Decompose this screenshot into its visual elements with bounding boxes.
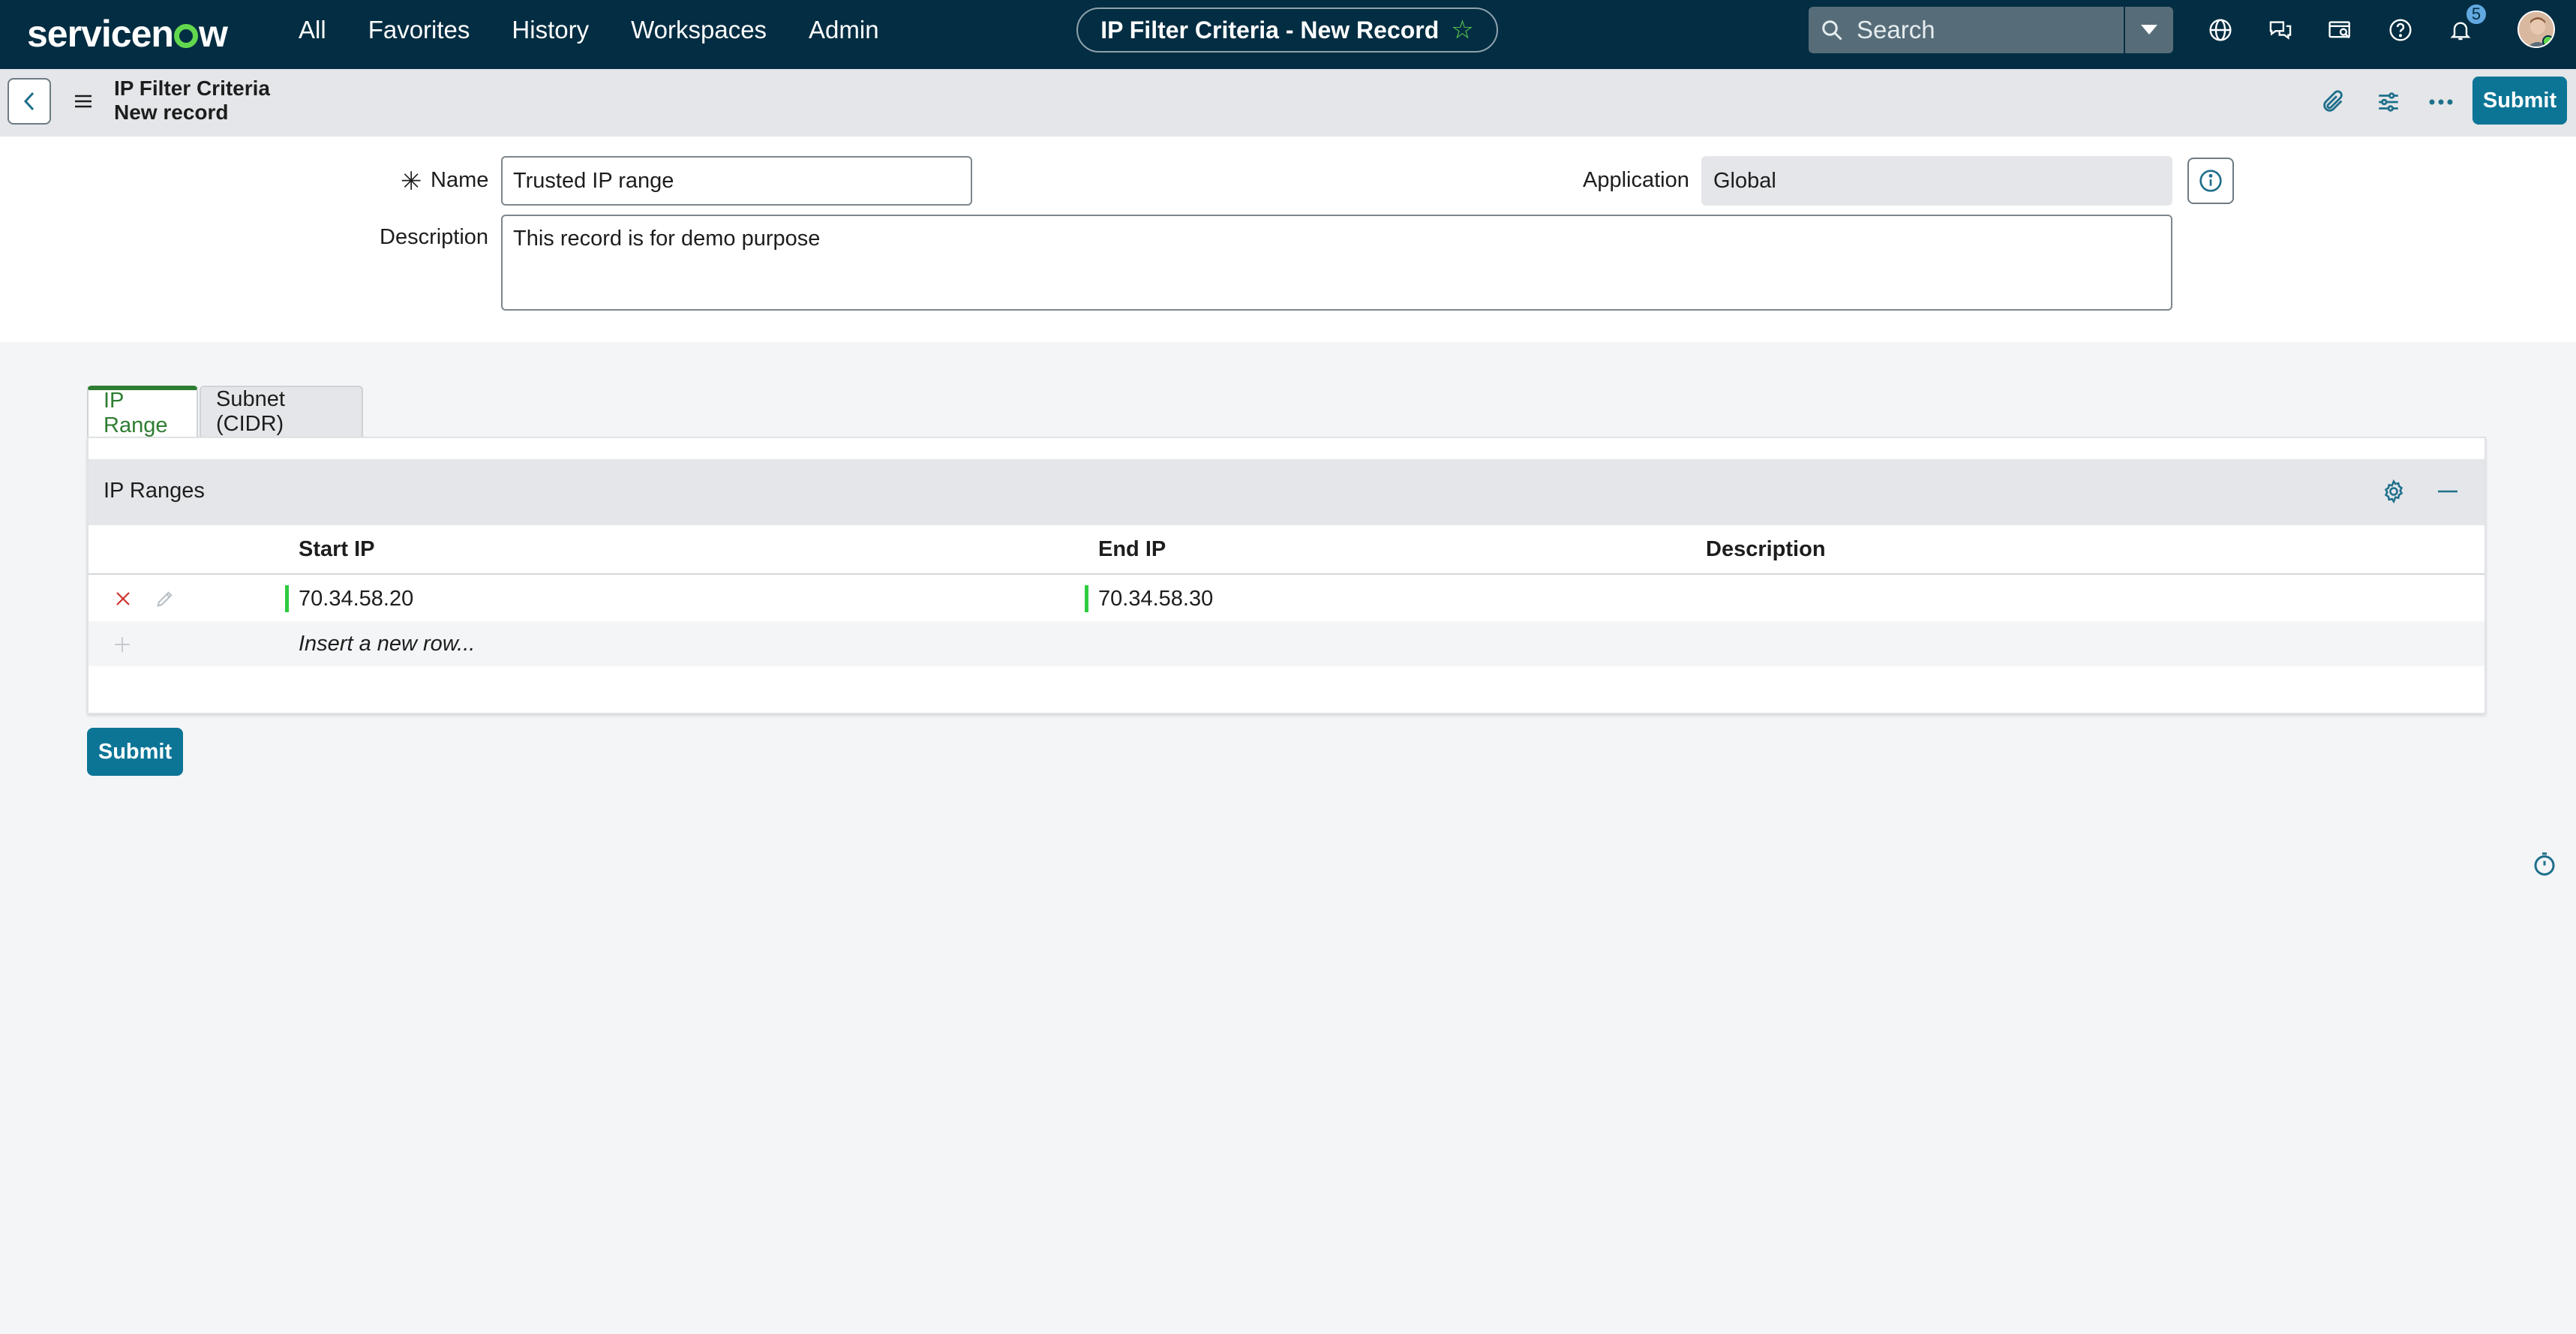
- nav-admin[interactable]: Admin: [809, 16, 879, 44]
- header-divider: [89, 573, 2484, 575]
- global-search[interactable]: Search: [1809, 7, 2124, 53]
- sliders-icon[interactable]: [2372, 86, 2405, 119]
- nav-workspaces[interactable]: Workspaces: [631, 16, 767, 44]
- stopwatch-icon[interactable]: [2531, 851, 2558, 878]
- column-header-start-ip[interactable]: Start IP: [299, 537, 375, 562]
- user-avatar[interactable]: [2517, 11, 2555, 48]
- search-placeholder: Search: [1857, 16, 1935, 44]
- collapse-minus-icon[interactable]: [2436, 489, 2459, 494]
- column-header-end-ip[interactable]: End IP: [1098, 537, 1166, 562]
- start-ip-cell[interactable]: 70.34.58.20: [299, 587, 413, 611]
- logo-o-accent-icon: [173, 24, 198, 48]
- nav-history[interactable]: History: [512, 16, 589, 44]
- table-row: 70.34.58.20 70.34.58.30: [89, 576, 2484, 621]
- presence-status-dot: [2542, 35, 2553, 47]
- record-table-name: IP Filter Criteria: [114, 77, 271, 100]
- submit-button-footer[interactable]: Submit: [87, 728, 183, 776]
- insert-new-row-link[interactable]: Insert a new row...: [299, 632, 475, 656]
- description-label: Description: [380, 225, 489, 249]
- description-textarea[interactable]: This record is for demo purpose: [501, 215, 2172, 311]
- nav-favorites[interactable]: Favorites: [368, 16, 470, 44]
- caret-down-icon: [2141, 25, 2157, 35]
- name-input[interactable]: Trusted IP range: [501, 156, 972, 206]
- application-info-button[interactable]: [2187, 158, 2234, 204]
- insert-row[interactable]: Insert a new row...: [89, 621, 2484, 666]
- info-icon: [2199, 170, 2222, 192]
- edit-pencil-icon[interactable]: [155, 588, 176, 609]
- start-ip-valid-indicator: [285, 585, 289, 612]
- ip-ranges-related-list: IP Ranges Start IP End IP Description 70…: [87, 437, 2486, 714]
- paperclip-icon[interactable]: [2316, 86, 2349, 119]
- servicenow-logo[interactable]: servicen w: [27, 8, 228, 60]
- context-title: IP Filter Criteria - New Record: [1100, 16, 1440, 44]
- record-form: ✳ Name Trusted IP range Application Glob…: [0, 137, 2576, 342]
- star-icon[interactable]: ☆: [1451, 15, 1473, 45]
- nav-all[interactable]: All: [299, 16, 326, 44]
- more-options-icon[interactable]: [2424, 86, 2457, 119]
- card-search-icon[interactable]: [2324, 14, 2357, 47]
- column-header-description[interactable]: Description: [1706, 537, 1826, 562]
- tab-ip-range[interactable]: IP Range: [87, 386, 198, 437]
- notification-count-badge: 5: [2465, 3, 2487, 26]
- search-scope-dropdown[interactable]: [2125, 7, 2173, 53]
- main-menu: All Favorites History Workspaces Admin: [299, 0, 879, 60]
- related-list-title: IP Ranges: [104, 479, 205, 503]
- end-ip-valid-indicator: [1085, 585, 1088, 612]
- application-field: Global: [1701, 156, 2172, 206]
- delete-row-icon[interactable]: [114, 590, 132, 608]
- record-status: New record: [114, 101, 229, 124]
- tab-subnet-cidr[interactable]: Subnet (CIDR): [200, 386, 363, 437]
- logo-text-start: servicen: [27, 13, 174, 55]
- submit-button-header[interactable]: Submit: [2472, 77, 2567, 125]
- context-title-pill[interactable]: IP Filter Criteria - New Record ☆: [1076, 8, 1498, 53]
- record-title: IP Filter Criteria New record: [114, 77, 270, 125]
- end-ip-cell[interactable]: 70.34.58.30: [1098, 587, 1213, 611]
- chat-icon[interactable]: [2264, 14, 2297, 47]
- plus-icon[interactable]: [113, 635, 132, 654]
- context-menu-icon[interactable]: [72, 90, 95, 113]
- record-header-bar: IP Filter Criteria New record Submit: [0, 69, 2576, 137]
- required-asterisk-icon: ✳: [401, 167, 422, 196]
- logo-text-end: w: [198, 13, 228, 55]
- application-label: Application: [1583, 168, 1689, 192]
- name-label: Name: [431, 168, 489, 192]
- back-button[interactable]: [8, 78, 51, 125]
- related-list-header: IP Ranges: [89, 459, 2484, 525]
- search-icon: [1822, 20, 1842, 41]
- chevron-left-icon: [23, 92, 35, 111]
- gear-icon[interactable]: [2381, 479, 2406, 504]
- globe-icon[interactable]: [2204, 14, 2237, 47]
- help-icon[interactable]: [2384, 14, 2417, 47]
- top-navigation-bar: servicen w All Favorites History Workspac…: [0, 0, 2576, 69]
